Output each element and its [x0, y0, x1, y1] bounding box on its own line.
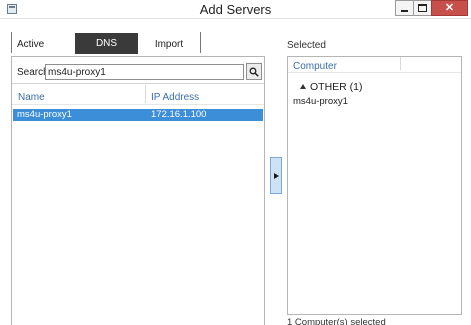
maximize-icon	[418, 4, 427, 12]
collapse-triangle-icon[interactable]	[300, 84, 306, 89]
table-row[interactable]: ms4u-proxy1 172.16.1.100	[13, 109, 263, 121]
tab-dns[interactable]: DNS	[75, 33, 138, 54]
close-button[interactable]: ✕	[431, 0, 468, 16]
list-divider	[12, 83, 264, 84]
source-tabs: Active Directory DNS Import	[11, 32, 211, 75]
minimize-button[interactable]	[395, 0, 414, 16]
column-separator[interactable]	[400, 57, 401, 70]
close-icon: ✕	[444, 1, 455, 14]
header-divider	[288, 72, 461, 73]
list-item[interactable]: ms4u-proxy1	[293, 96, 348, 107]
right-arrow-icon	[273, 172, 279, 179]
search-button[interactable]	[246, 63, 262, 80]
dns-search-pane: Search: Name IP Address ms4u-proxy1 172.…	[11, 56, 265, 325]
header-divider	[12, 104, 264, 105]
column-header-computer[interactable]: Computer	[293, 61, 337, 72]
minimize-icon	[401, 10, 408, 12]
column-header-ip-address[interactable]: IP Address	[151, 92, 199, 103]
search-input[interactable]	[45, 64, 244, 80]
column-separator[interactable]	[145, 85, 146, 103]
add-servers-dialog: Add Servers ✕ Active Directory DNS Impor…	[0, 0, 471, 325]
add-to-selected-button[interactable]	[270, 157, 282, 194]
tab-import[interactable]: Import	[138, 32, 201, 53]
search-icon	[249, 67, 259, 77]
selected-computers-pane: Computer OTHER (1) ms4u-proxy1	[287, 56, 462, 315]
server-name-cell: ms4u-proxy1	[17, 109, 72, 120]
selected-count-status: 1 Computer(s) selected	[287, 317, 386, 325]
ip-address-cell: 172.16.1.100	[151, 109, 207, 120]
group-header-other[interactable]: OTHER (1)	[310, 81, 363, 93]
selected-heading: Selected	[287, 40, 326, 51]
maximize-button[interactable]	[413, 0, 432, 16]
title-bar[interactable]: Add Servers ✕	[0, 0, 471, 19]
column-header-name[interactable]: Name	[18, 92, 45, 103]
tab-active-directory[interactable]: Active Directory	[11, 32, 75, 75]
